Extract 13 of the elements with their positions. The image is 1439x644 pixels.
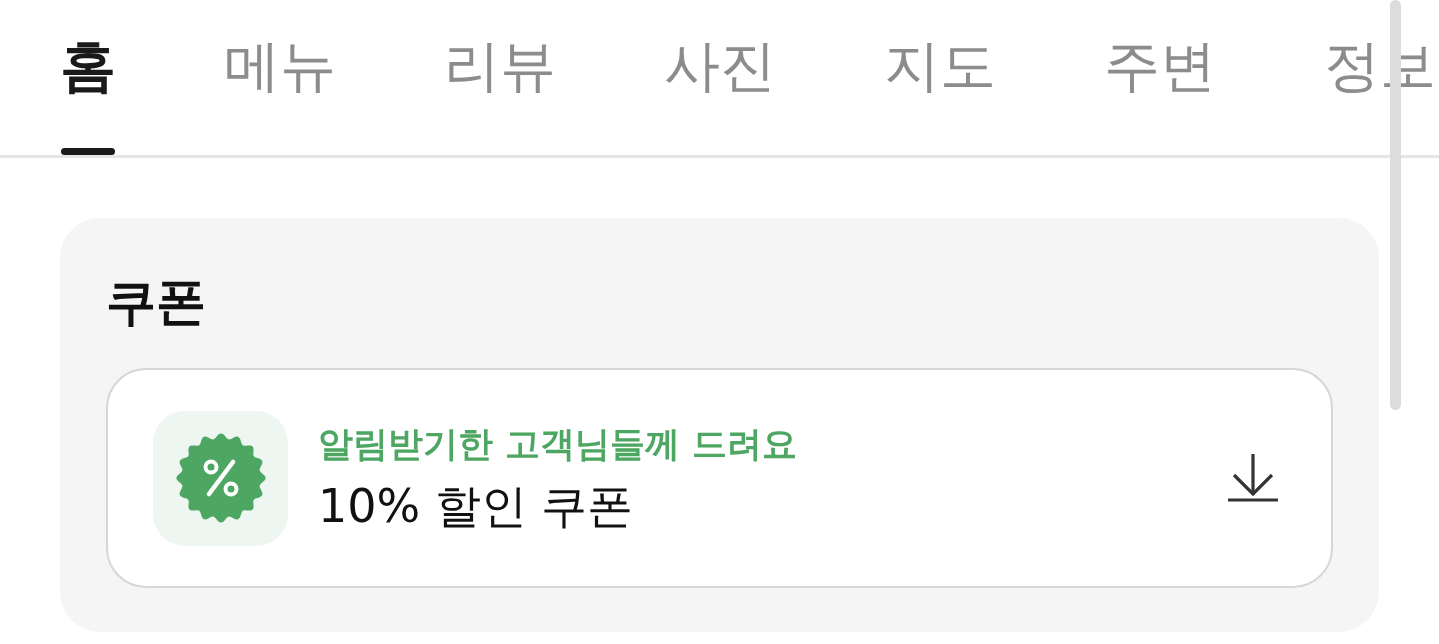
tab[interactable]: 사진 — [664, 0, 776, 155]
tab[interactable]: 지도 — [884, 0, 996, 155]
download-button[interactable] — [1227, 453, 1279, 503]
section-title: 쿠폰 — [106, 272, 207, 332]
active-tab-indicator — [61, 148, 115, 155]
tab[interactable]: 주변 — [1104, 0, 1216, 155]
tab[interactable]: 리뷰 — [444, 0, 556, 155]
download-icon — [1227, 453, 1279, 503]
tab[interactable]: 홈 — [60, 0, 116, 155]
tab[interactable]: 메뉴 — [224, 0, 336, 155]
coupon-caption: 알림받기한 고객님들께 드려요 — [318, 423, 799, 466]
discount-badge-icon — [153, 410, 288, 546]
coupon-name: 10% 할인 쿠폰 — [318, 478, 635, 534]
